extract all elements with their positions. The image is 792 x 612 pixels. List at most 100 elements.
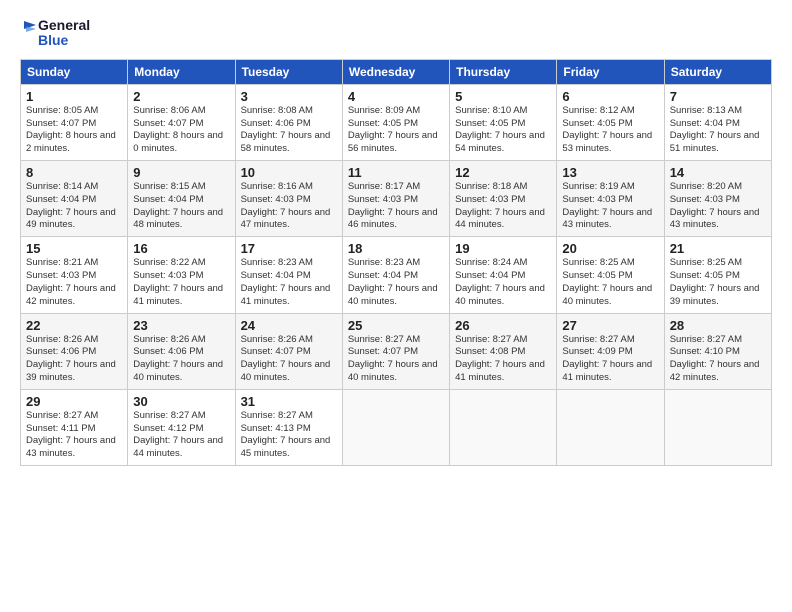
page: General Blue SundayMondayTuesdayWednesda…	[0, 0, 792, 476]
day-number: 19	[455, 241, 551, 256]
day-number: 28	[670, 318, 766, 333]
calendar-cell: 3 Sunrise: 8:08 AM Sunset: 4:06 PM Dayli…	[235, 84, 342, 160]
day-number: 27	[562, 318, 658, 333]
day-number: 25	[348, 318, 444, 333]
calendar-cell: 30 Sunrise: 8:27 AM Sunset: 4:12 PM Dayl…	[128, 389, 235, 465]
day-info: Sunrise: 8:23 AM Sunset: 4:04 PM Dayligh…	[241, 257, 337, 308]
day-info: Sunrise: 8:26 AM Sunset: 4:06 PM Dayligh…	[26, 334, 122, 385]
header-wednesday: Wednesday	[342, 59, 449, 84]
day-info: Sunrise: 8:25 AM Sunset: 4:05 PM Dayligh…	[562, 257, 658, 308]
day-info: Sunrise: 8:14 AM Sunset: 4:04 PM Dayligh…	[26, 181, 122, 232]
logo: General Blue	[20, 18, 90, 49]
calendar-cell: 16 Sunrise: 8:22 AM Sunset: 4:03 PM Dayl…	[128, 237, 235, 313]
day-number: 17	[241, 241, 337, 256]
day-number: 31	[241, 394, 337, 409]
calendar-cell	[342, 389, 449, 465]
day-number: 12	[455, 165, 551, 180]
day-number: 24	[241, 318, 337, 333]
calendar-cell: 19 Sunrise: 8:24 AM Sunset: 4:04 PM Dayl…	[450, 237, 557, 313]
header-saturday: Saturday	[664, 59, 771, 84]
week-row-3: 15 Sunrise: 8:21 AM Sunset: 4:03 PM Dayl…	[21, 237, 772, 313]
calendar-cell: 27 Sunrise: 8:27 AM Sunset: 4:09 PM Dayl…	[557, 313, 664, 389]
calendar-cell	[450, 389, 557, 465]
calendar-cell: 11 Sunrise: 8:17 AM Sunset: 4:03 PM Dayl…	[342, 161, 449, 237]
calendar-cell: 28 Sunrise: 8:27 AM Sunset: 4:10 PM Dayl…	[664, 313, 771, 389]
day-info: Sunrise: 8:21 AM Sunset: 4:03 PM Dayligh…	[26, 257, 122, 308]
header-monday: Monday	[128, 59, 235, 84]
day-number: 13	[562, 165, 658, 180]
day-info: Sunrise: 8:27 AM Sunset: 4:08 PM Dayligh…	[455, 334, 551, 385]
calendar-cell: 31 Sunrise: 8:27 AM Sunset: 4:13 PM Dayl…	[235, 389, 342, 465]
day-number: 6	[562, 89, 658, 104]
day-number: 23	[133, 318, 229, 333]
day-number: 2	[133, 89, 229, 104]
calendar-cell: 8 Sunrise: 8:14 AM Sunset: 4:04 PM Dayli…	[21, 161, 128, 237]
week-row-1: 1 Sunrise: 8:05 AM Sunset: 4:07 PM Dayli…	[21, 84, 772, 160]
calendar-cell: 4 Sunrise: 8:09 AM Sunset: 4:05 PM Dayli…	[342, 84, 449, 160]
header-sunday: Sunday	[21, 59, 128, 84]
day-info: Sunrise: 8:27 AM Sunset: 4:13 PM Dayligh…	[241, 410, 337, 461]
calendar-cell: 14 Sunrise: 8:20 AM Sunset: 4:03 PM Dayl…	[664, 161, 771, 237]
day-info: Sunrise: 8:25 AM Sunset: 4:05 PM Dayligh…	[670, 257, 766, 308]
day-number: 14	[670, 165, 766, 180]
calendar-cell: 1 Sunrise: 8:05 AM Sunset: 4:07 PM Dayli…	[21, 84, 128, 160]
calendar-cell: 26 Sunrise: 8:27 AM Sunset: 4:08 PM Dayl…	[450, 313, 557, 389]
day-number: 7	[670, 89, 766, 104]
calendar-cell: 13 Sunrise: 8:19 AM Sunset: 4:03 PM Dayl…	[557, 161, 664, 237]
logo-blue-text: Blue	[38, 33, 90, 48]
week-row-4: 22 Sunrise: 8:26 AM Sunset: 4:06 PM Dayl…	[21, 313, 772, 389]
calendar-cell: 25 Sunrise: 8:27 AM Sunset: 4:07 PM Dayl…	[342, 313, 449, 389]
week-row-5: 29 Sunrise: 8:27 AM Sunset: 4:11 PM Dayl…	[21, 389, 772, 465]
day-info: Sunrise: 8:08 AM Sunset: 4:06 PM Dayligh…	[241, 105, 337, 156]
day-number: 22	[26, 318, 122, 333]
day-number: 3	[241, 89, 337, 104]
logo-general-text: General	[38, 18, 90, 33]
day-info: Sunrise: 8:26 AM Sunset: 4:06 PM Dayligh…	[133, 334, 229, 385]
day-info: Sunrise: 8:12 AM Sunset: 4:05 PM Dayligh…	[562, 105, 658, 156]
calendar-cell: 9 Sunrise: 8:15 AM Sunset: 4:04 PM Dayli…	[128, 161, 235, 237]
calendar-table: SundayMondayTuesdayWednesdayThursdayFrid…	[20, 59, 772, 466]
day-number: 11	[348, 165, 444, 180]
day-info: Sunrise: 8:16 AM Sunset: 4:03 PM Dayligh…	[241, 181, 337, 232]
day-info: Sunrise: 8:19 AM Sunset: 4:03 PM Dayligh…	[562, 181, 658, 232]
day-info: Sunrise: 8:05 AM Sunset: 4:07 PM Dayligh…	[26, 105, 122, 156]
day-info: Sunrise: 8:24 AM Sunset: 4:04 PM Dayligh…	[455, 257, 551, 308]
header-friday: Friday	[557, 59, 664, 84]
header-tuesday: Tuesday	[235, 59, 342, 84]
day-info: Sunrise: 8:23 AM Sunset: 4:04 PM Dayligh…	[348, 257, 444, 308]
day-number: 15	[26, 241, 122, 256]
calendar-cell: 12 Sunrise: 8:18 AM Sunset: 4:03 PM Dayl…	[450, 161, 557, 237]
day-info: Sunrise: 8:17 AM Sunset: 4:03 PM Dayligh…	[348, 181, 444, 232]
day-number: 26	[455, 318, 551, 333]
day-number: 9	[133, 165, 229, 180]
calendar-cell: 10 Sunrise: 8:16 AM Sunset: 4:03 PM Dayl…	[235, 161, 342, 237]
day-number: 4	[348, 89, 444, 104]
day-info: Sunrise: 8:20 AM Sunset: 4:03 PM Dayligh…	[670, 181, 766, 232]
calendar-cell: 2 Sunrise: 8:06 AM Sunset: 4:07 PM Dayli…	[128, 84, 235, 160]
day-number: 1	[26, 89, 122, 104]
day-number: 8	[26, 165, 122, 180]
calendar-cell: 21 Sunrise: 8:25 AM Sunset: 4:05 PM Dayl…	[664, 237, 771, 313]
calendar-cell: 18 Sunrise: 8:23 AM Sunset: 4:04 PM Dayl…	[342, 237, 449, 313]
calendar-cell	[557, 389, 664, 465]
day-info: Sunrise: 8:13 AM Sunset: 4:04 PM Dayligh…	[670, 105, 766, 156]
calendar-cell: 7 Sunrise: 8:13 AM Sunset: 4:04 PM Dayli…	[664, 84, 771, 160]
calendar-cell: 17 Sunrise: 8:23 AM Sunset: 4:04 PM Dayl…	[235, 237, 342, 313]
day-number: 21	[670, 241, 766, 256]
day-number: 16	[133, 241, 229, 256]
day-info: Sunrise: 8:27 AM Sunset: 4:09 PM Dayligh…	[562, 334, 658, 385]
day-number: 18	[348, 241, 444, 256]
day-info: Sunrise: 8:22 AM Sunset: 4:03 PM Dayligh…	[133, 257, 229, 308]
logo-flag-icon	[20, 21, 36, 41]
day-info: Sunrise: 8:06 AM Sunset: 4:07 PM Dayligh…	[133, 105, 229, 156]
header: General Blue	[20, 18, 772, 49]
day-info: Sunrise: 8:10 AM Sunset: 4:05 PM Dayligh…	[455, 105, 551, 156]
day-info: Sunrise: 8:15 AM Sunset: 4:04 PM Dayligh…	[133, 181, 229, 232]
day-info: Sunrise: 8:09 AM Sunset: 4:05 PM Dayligh…	[348, 105, 444, 156]
header-thursday: Thursday	[450, 59, 557, 84]
day-info: Sunrise: 8:27 AM Sunset: 4:11 PM Dayligh…	[26, 410, 122, 461]
calendar-body: 1 Sunrise: 8:05 AM Sunset: 4:07 PM Dayli…	[21, 84, 772, 465]
calendar-cell: 23 Sunrise: 8:26 AM Sunset: 4:06 PM Dayl…	[128, 313, 235, 389]
day-number: 20	[562, 241, 658, 256]
day-info: Sunrise: 8:26 AM Sunset: 4:07 PM Dayligh…	[241, 334, 337, 385]
